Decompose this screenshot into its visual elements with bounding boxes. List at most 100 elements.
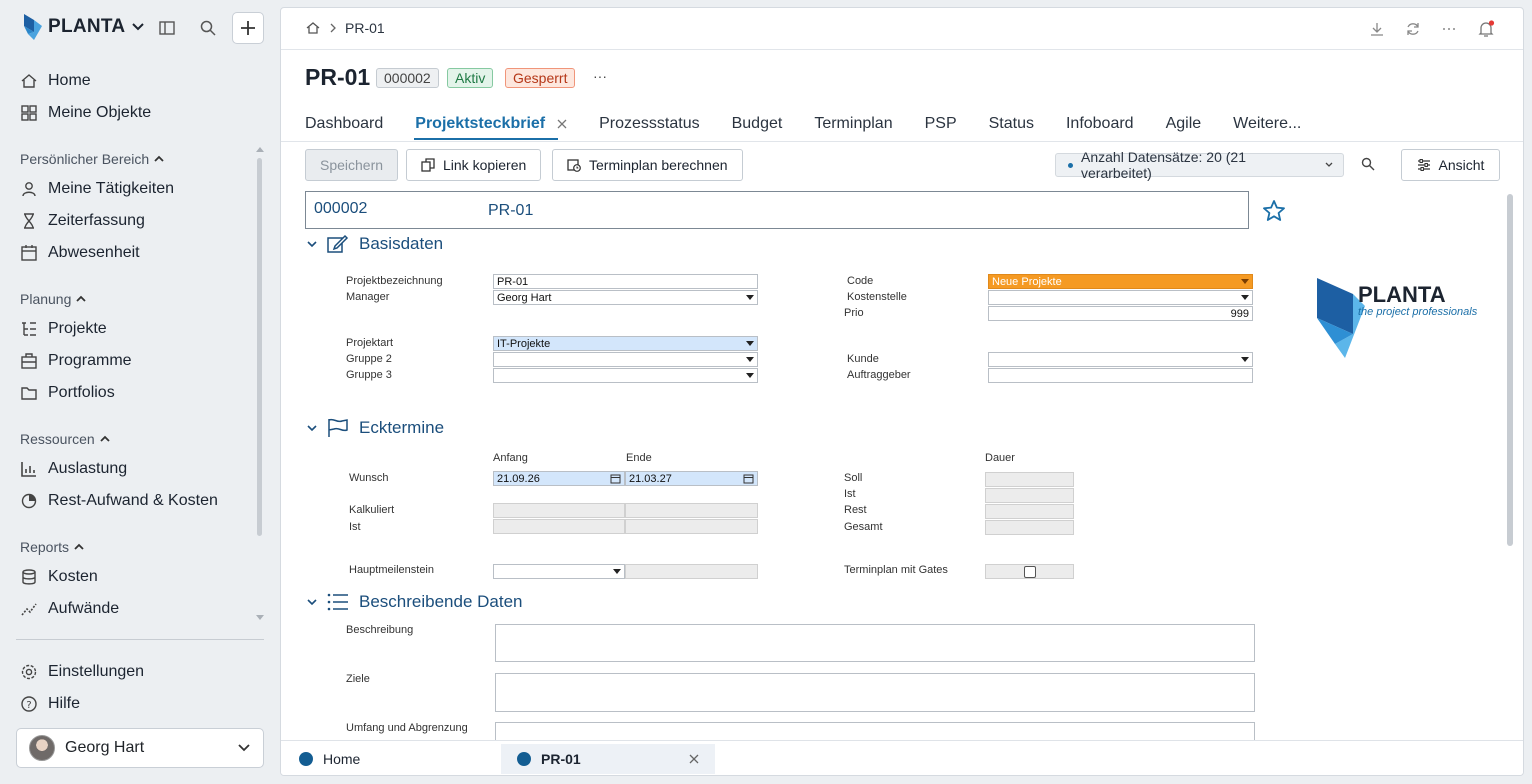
tab-psp[interactable]: PSP [925,112,957,136]
view-button[interactable]: Ansicht [1401,149,1500,181]
manager-select[interactable]: Georg Hart [493,290,758,305]
tab-budget[interactable]: Budget [732,112,783,136]
tab-infoboard[interactable]: Infoboard [1066,112,1134,136]
gruppe2-select[interactable] [493,352,758,367]
ist-ende-field [625,519,758,534]
nav-meine-taetigkeiten[interactable]: Meine Tätigkeiten [20,174,174,204]
code-select[interactable]: Neue Projekte [988,274,1253,289]
chevron-up-icon [100,435,110,442]
logo-word: PLANTA [1358,282,1446,307]
planta-brand-logo: PLANTA the project professionals [1315,276,1485,358]
section-ressourcen[interactable]: Ressourcen [20,431,110,447]
tab-terminplan[interactable]: Terminplan [814,112,892,136]
sidebar-toggle-icon[interactable] [158,19,176,37]
save-button[interactable]: Speichern [305,149,398,181]
nav-auslastung[interactable]: Auslastung [20,454,127,484]
svg-text:?: ? [26,700,31,711]
tab-dashboard[interactable]: Dashboard [305,112,383,136]
gates-checkbox[interactable] [1023,565,1036,578]
section-title: Planung [20,291,72,307]
calendar-icon[interactable] [610,473,621,484]
home-icon[interactable] [305,20,321,36]
scroll-up-icon[interactable] [256,146,264,152]
label-projektbezeichnung: Projektbezeichnung [346,275,443,287]
more-icon[interactable] [1441,21,1457,37]
tab-prozessstatus[interactable]: Prozessstatus [599,112,699,136]
folder-icon [20,384,38,402]
projektbezeichnung-field[interactable]: PR-01 [493,274,758,289]
search-icon[interactable] [199,19,217,37]
nav-home[interactable]: Home [20,66,91,96]
gruppe3-select[interactable] [493,368,758,383]
nav-hilfe[interactable]: ? Hilfe [20,689,80,719]
projektart-select[interactable]: IT-Projekte [493,336,758,351]
nav-label: Rest-Aufwand & Kosten [48,492,218,509]
auftraggeber-field[interactable] [988,368,1253,383]
kostenstelle-select[interactable] [988,290,1253,305]
kunde-select[interactable] [988,352,1253,367]
section-persoenlicher-bereich[interactable]: Persönlicher Bereich [20,151,164,167]
tab-weitere[interactable]: Weitere... [1233,112,1301,136]
nav-programme[interactable]: Programme [20,346,132,376]
nav-einstellungen[interactable]: Einstellungen [20,657,144,687]
download-icon[interactable] [1369,21,1385,37]
window-tab-pr01[interactable]: PR-01 [501,744,715,774]
field-value: Georg Hart [497,291,552,304]
star-icon[interactable] [1262,199,1286,223]
add-button[interactable] [232,12,264,44]
close-icon[interactable] [689,754,699,764]
section-title: Reports [20,539,70,555]
section-planung[interactable]: Planung [20,291,87,307]
hauptmeilenstein-select[interactable] [493,564,625,579]
tab-projektsteckbrief[interactable]: Projektsteckbrief [415,112,567,136]
dropdown-arrow-icon [746,357,754,362]
wunsch-anfang-field[interactable]: 21.09.26 [493,471,625,486]
nav-kosten[interactable]: Kosten [20,562,98,592]
record-count-select[interactable]: Anzahl Datensätze: 20 (21 verarbeitet) [1055,149,1344,181]
scroll-down-icon[interactable] [256,615,264,621]
search-icon[interactable] [1361,157,1375,171]
nav-zeiterfassung[interactable]: Zeiterfassung [20,206,145,236]
section-ecktermine[interactable]: Ecktermine [307,418,444,438]
nav-label: Hilfe [48,695,81,712]
plus-icon [241,21,255,35]
nav-meine-objekte[interactable]: Meine Objekte [20,98,151,128]
tab-dot-icon [299,752,313,766]
label-ziele: Ziele [346,673,370,685]
section-beschreibende-daten[interactable]: Beschreibende Daten [307,592,523,612]
section-basisdaten[interactable]: Basisdaten [307,234,443,254]
hauptmeilenstein-date-field [625,564,758,579]
calc-schedule-button[interactable]: Terminplan berechnen [552,149,743,181]
nav-rest-aufwand[interactable]: Rest-Aufwand & Kosten [20,486,218,516]
chevron-up-icon [154,155,164,162]
bell-icon[interactable] [1477,20,1495,38]
header-more-button[interactable]: ··· [593,68,607,84]
prio-field[interactable]: 999 [988,306,1253,321]
bar-chart-icon [20,460,38,478]
tab-status[interactable]: Status [989,112,1034,136]
refresh-icon[interactable] [1405,21,1421,37]
copy-link-button[interactable]: Link kopieren [406,149,542,181]
nav-abwesenheit[interactable]: Abwesenheit [20,238,140,268]
close-icon[interactable] [557,119,567,129]
tab-agile[interactable]: Agile [1166,112,1202,136]
user-menu[interactable]: Georg Hart [16,728,264,768]
content-scrollbar[interactable] [1507,194,1513,546]
active-tab-indicator [414,138,558,140]
nav-portfolios[interactable]: Portfolios [20,378,115,408]
beschreibung-textarea[interactable] [495,624,1255,662]
section-title: Ressourcen [20,431,95,447]
calendar-icon[interactable] [743,473,754,484]
ziele-textarea[interactable] [495,673,1255,712]
brand-name: PLANTA [48,16,126,37]
nav-projekte[interactable]: Projekte [20,314,107,344]
label-prio: Prio [844,307,864,319]
wunsch-ende-field[interactable]: 21.03.27 [625,471,758,486]
brand-switcher[interactable]: PLANTA [22,14,145,40]
window-tab-home[interactable]: Home [283,744,376,774]
section-reports[interactable]: Reports [20,539,84,555]
breadcrumb-current[interactable]: PR-01 [345,20,385,36]
sidebar-scrollbar[interactable] [257,158,262,536]
nav-meine-objekte-label: Meine Objekte [48,104,152,121]
nav-aufwaende[interactable]: Aufwände [20,594,119,624]
